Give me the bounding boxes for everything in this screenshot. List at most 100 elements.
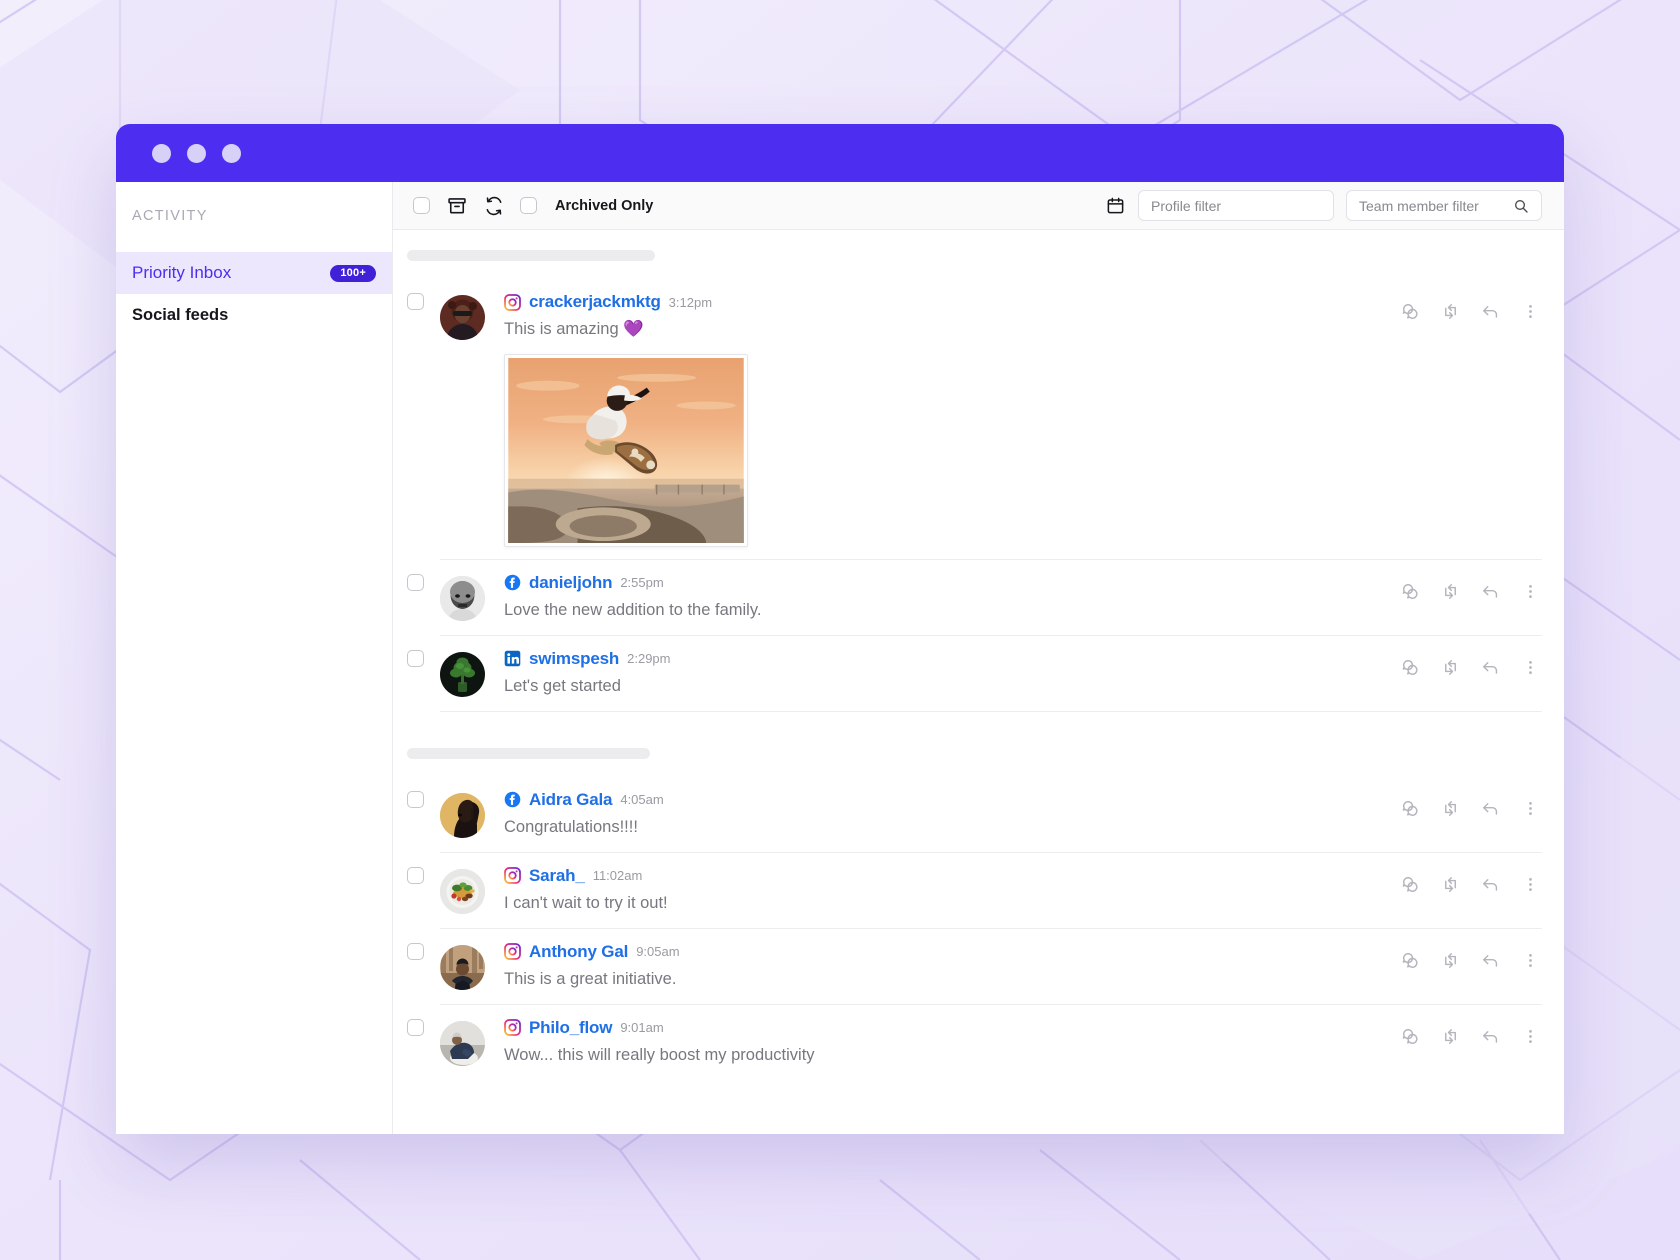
sidebar-item-priority-inbox[interactable]: Priority Inbox 100+ (116, 252, 392, 294)
avatar (440, 651, 485, 697)
post-content: Aidra Gala 4:05am Congratulations!!!! (504, 788, 1542, 840)
linkedin-icon (504, 650, 521, 667)
post-actions (1400, 799, 1540, 819)
post-select-checkbox[interactable] (407, 649, 424, 667)
sidebar-item-label: Social feeds (132, 305, 229, 324)
more-menu-icon[interactable] (1520, 951, 1540, 971)
toolbar: Archived Only Profile filter Team member… (393, 182, 1564, 230)
reply-arrow-icon[interactable] (1480, 1027, 1500, 1047)
post-select-checkbox[interactable] (407, 1018, 424, 1036)
section-placeholder-bar (407, 747, 650, 759)
avatar (440, 792, 485, 838)
post-author[interactable]: Aidra Gala (529, 790, 613, 810)
post-author[interactable]: Sarah_ (529, 866, 585, 886)
post-header: crackerjackmktg 3:12pm (504, 292, 1542, 312)
archived-only-checkbox[interactable] (520, 197, 537, 214)
sidebar-item-social-feeds[interactable]: Social feeds (116, 294, 392, 336)
feed-post[interactable]: Philo_flow 9:01am Wow... this will reall… (393, 1005, 1564, 1081)
profile-filter-input[interactable]: Profile filter (1138, 190, 1334, 221)
repost-icon[interactable] (1440, 301, 1460, 321)
post-select-checkbox[interactable] (407, 942, 424, 960)
more-menu-icon[interactable] (1520, 1027, 1540, 1047)
more-menu-icon[interactable] (1520, 301, 1540, 321)
post-timestamp: 3:12pm (668, 294, 713, 310)
post-select-checkbox[interactable] (407, 790, 424, 808)
post-header: Anthony Gal 9:05am (504, 942, 1542, 962)
window-close-button[interactable] (152, 143, 171, 163)
activity-feed[interactable]: crackerjackmktg 3:12pm This is amazing 💜 (393, 230, 1564, 1134)
post-author[interactable]: crackerjackmktg (529, 292, 661, 312)
feed-post[interactable]: Sarah_ 11:02am I can't wait to try it ou… (393, 853, 1564, 929)
repost-icon[interactable] (1440, 875, 1460, 895)
post-header: danieljohn 2:55pm (504, 573, 1542, 593)
feed-post[interactable]: crackerjackmktg 3:12pm This is amazing 💜 (393, 279, 1564, 560)
reply-bubbles-icon[interactable] (1400, 1027, 1420, 1047)
facebook-icon (504, 574, 521, 591)
post-text: Love the new addition to the family. (504, 600, 762, 619)
avatar (440, 868, 485, 914)
section-placeholder-bar (407, 250, 655, 261)
repost-icon[interactable] (1440, 951, 1460, 971)
repost-icon[interactable] (1440, 658, 1460, 678)
avatar (440, 944, 485, 990)
reply-bubbles-icon[interactable] (1400, 875, 1420, 895)
more-menu-icon[interactable] (1520, 875, 1540, 895)
archive-icon[interactable] (446, 195, 467, 216)
post-content: swimspesh 2:29pm Let's get started (504, 647, 1542, 699)
feed-post[interactable]: Aidra Gala 4:05am Congratulations!!!! (393, 777, 1564, 853)
more-menu-icon[interactable] (1520, 582, 1540, 602)
post-text: This is a great initiative. (504, 969, 677, 988)
feed-post[interactable]: swimspesh 2:29pm Let's get started (393, 636, 1564, 712)
feed-post[interactable]: danieljohn 2:55pm Love the new addition … (393, 560, 1564, 636)
post-actions (1400, 875, 1540, 895)
reply-bubbles-icon[interactable] (1400, 799, 1420, 819)
reply-arrow-icon[interactable] (1480, 799, 1500, 819)
post-select-checkbox[interactable] (407, 866, 424, 884)
post-author[interactable]: swimspesh (529, 649, 619, 669)
reply-bubbles-icon[interactable] (1400, 582, 1420, 602)
app-window: ACTIVITY Priority Inbox 100+ Social feed… (116, 124, 1564, 1134)
reply-bubbles-icon[interactable] (1400, 301, 1420, 321)
reply-arrow-icon[interactable] (1480, 301, 1500, 321)
refresh-icon[interactable] (483, 195, 504, 216)
reply-arrow-icon[interactable] (1480, 951, 1500, 971)
profile-filter-placeholder: Profile filter (1151, 197, 1222, 214)
team-member-filter-input[interactable]: Team member filter (1346, 190, 1542, 221)
reply-arrow-icon[interactable] (1480, 658, 1500, 678)
reply-bubbles-icon[interactable] (1400, 658, 1420, 678)
repost-icon[interactable] (1440, 799, 1460, 819)
more-menu-icon[interactable] (1520, 658, 1540, 678)
archived-only-label: Archived Only (555, 197, 654, 214)
sidebar-heading: ACTIVITY (132, 208, 208, 224)
instagram-icon (504, 293, 521, 311)
repost-icon[interactable] (1440, 1027, 1460, 1047)
toolbar-right-group: Profile filter Team member filter (1105, 190, 1542, 221)
post-select-checkbox[interactable] (407, 573, 424, 591)
post-content: crackerjackmktg 3:12pm This is amazing 💜 (504, 290, 1542, 547)
post-header: swimspesh 2:29pm (504, 649, 1542, 669)
search-icon[interactable] (1513, 198, 1529, 214)
window-maximize-button[interactable] (222, 143, 241, 163)
instagram-icon (504, 943, 521, 961)
feed-post[interactable]: Anthony Gal 9:05am This is a great initi… (393, 929, 1564, 1005)
reply-arrow-icon[interactable] (1480, 875, 1500, 895)
post-select-checkbox[interactable] (407, 293, 424, 310)
repost-icon[interactable] (1440, 582, 1460, 602)
post-timestamp: 11:02am (592, 868, 643, 884)
main-panel: Archived Only Profile filter Team member… (393, 182, 1564, 1134)
post-actions (1400, 582, 1540, 602)
post-author[interactable]: Anthony Gal (529, 942, 628, 962)
reply-arrow-icon[interactable] (1480, 582, 1500, 602)
facebook-icon (504, 791, 521, 808)
window-minimize-button[interactable] (187, 143, 206, 163)
select-all-checkbox[interactable] (413, 197, 430, 214)
post-actions (1400, 951, 1540, 971)
calendar-icon[interactable] (1105, 195, 1126, 216)
window-title-bar (116, 124, 1564, 182)
reply-bubbles-icon[interactable] (1400, 951, 1420, 971)
post-media-image[interactable] (504, 353, 748, 547)
post-timestamp: 2:29pm (627, 651, 671, 667)
more-menu-icon[interactable] (1520, 799, 1540, 819)
post-author[interactable]: Philo_flow (529, 1018, 612, 1038)
post-author[interactable]: danieljohn (529, 573, 612, 593)
